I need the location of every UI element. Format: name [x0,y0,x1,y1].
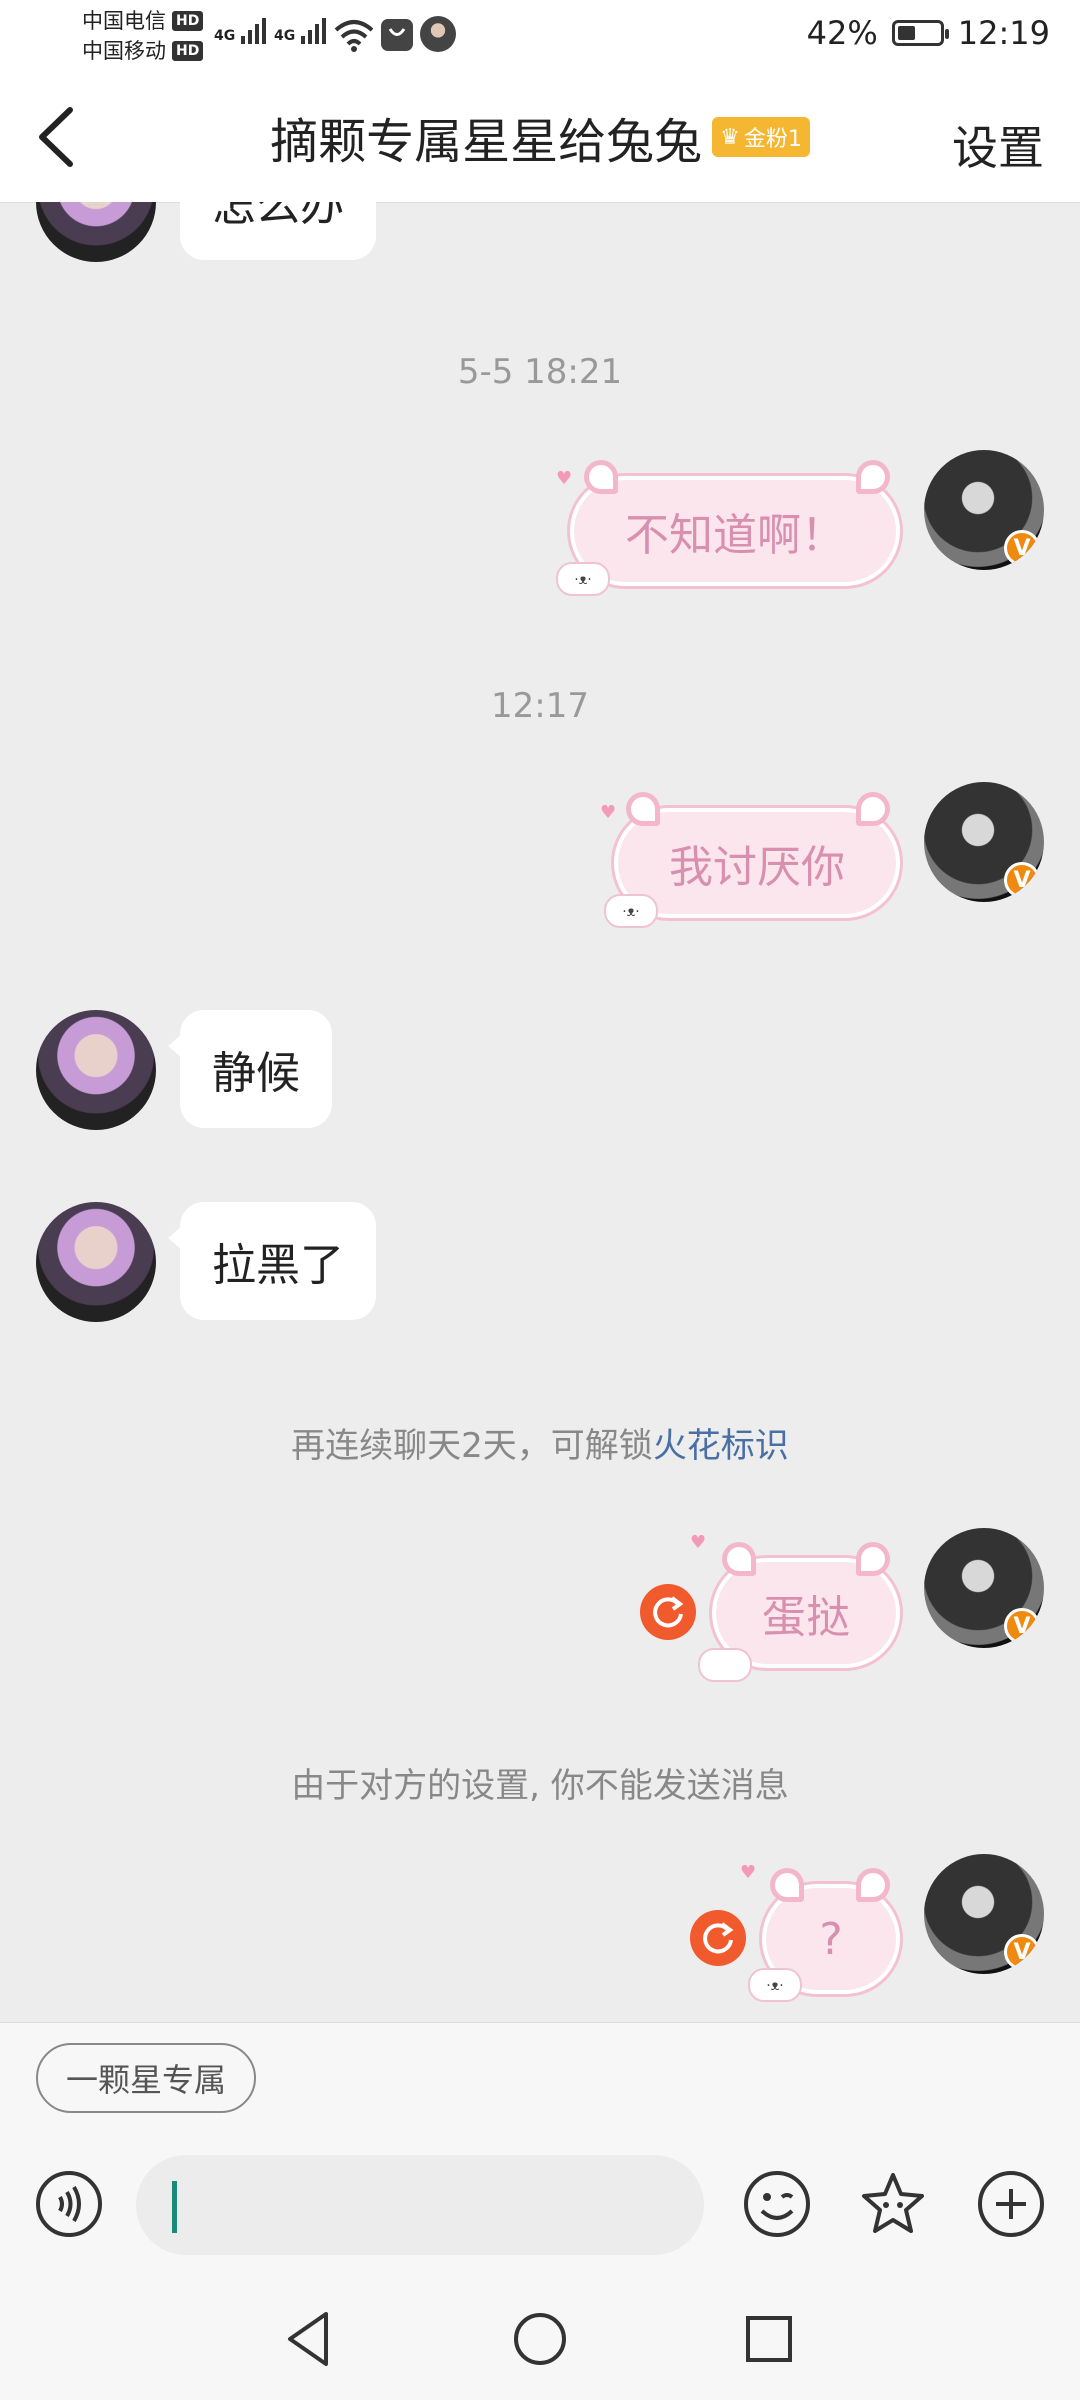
my-avatar[interactable]: V [924,782,1044,902]
heart-icon: ♥ [556,468,573,489]
fan-level-badge: ♛ 金粉1 [712,117,810,157]
clock: 12:19 [957,14,1050,52]
cat-sticker-icon: ·ᴥ· [748,1968,802,2002]
streak-notice-text: 再连续聊天2天，可解锁 [291,1426,653,1466]
heart-icon: ♥ [740,1862,757,1883]
message-bubble-received[interactable]: 拉黑了 [168,1202,376,1320]
bubble-ear-decoration [856,1542,890,1576]
cat-sticker-icon [698,1648,752,1682]
crown-icon: ♛ [720,124,740,150]
verified-badge-icon: V [1004,862,1040,898]
signal-1: 4G [214,16,267,44]
message-input[interactable] [136,2155,704,2255]
input-area: 一颗星专属 [0,2022,1080,2279]
emoji-icon[interactable] [742,2169,812,2239]
fan-level-label: 金粉1 [743,127,802,152]
my-avatar[interactable]: V [924,1854,1044,1974]
contact-avatar[interactable] [36,1202,156,1322]
network-type-2: 4G [274,28,296,44]
timestamp: 12:17 [491,686,589,726]
heart-icon: ♥ [600,802,617,823]
title-wrap: 摘颗专属星星给兔兔 ♛ 金粉1 [0,102,1080,172]
status-bar: 中国电信 HD 中国移动 HD 4G 4G 42% 12:19 [0,0,1080,72]
bubble-ear-decoration [626,792,660,826]
star-sticker-icon[interactable] [858,2169,928,2239]
plus-icon[interactable] [976,2169,1046,2239]
recents-square-icon[interactable] [736,2306,802,2372]
bubble-ear-decoration [856,792,890,826]
contact-avatar[interactable] [36,1010,156,1130]
battery-percent: 42% [806,14,878,52]
bubble-ear-decoration [856,1868,890,1902]
timestamp: 5-5 18:21 [457,352,623,392]
verified-badge-icon: V [1004,1608,1040,1644]
message-bubble-partial[interactable]: 怎么办 [180,202,376,260]
battery-icon [891,20,949,46]
hd-badge-2: HD [172,41,204,61]
message-text: 蛋挞 [762,1592,850,1643]
home-circle-icon[interactable] [507,2306,573,2372]
resend-button[interactable] [690,1910,746,1966]
refresh-icon [703,1922,734,1954]
carrier-2: 中国移动 [82,39,166,63]
settings-button[interactable]: 设置 [952,112,1044,178]
refresh-icon [653,1596,684,1628]
cat-sticker-icon: ·ᴥ· [556,562,610,596]
signal-bars-icon [301,16,327,44]
status-right: 42% 12:19 [807,14,1050,52]
message-text: 静候 [212,1048,300,1099]
page-title[interactable]: 摘颗专属星星给兔兔 [270,102,702,172]
verified-badge-icon: V [1004,530,1040,566]
signal-2: 4G [274,16,327,44]
chat-header: 摘颗专属星星给兔兔 ♛ 金粉1 设置 [0,72,1080,203]
voice-icon[interactable] [34,2169,104,2239]
my-avatar[interactable]: V [924,1528,1044,1648]
my-avatar[interactable]: V [924,450,1044,570]
message-text: 我讨厌你 [669,842,845,893]
bubble-ear-decoration [770,1868,804,1902]
message-text: 怎么办 [212,202,344,231]
network-type-1: 4G [214,28,236,44]
message-text: ? [819,1913,843,1965]
bubble-ear-decoration [722,1542,756,1576]
chat-area[interactable]: 怎么办 5-5 18:21 V 不知道啊！ ♥ ·ᴥ· 12:17 V 我讨厌你… [0,202,1080,2022]
verified-badge-icon: V [1004,1934,1040,1970]
text-cursor [172,2181,177,2233]
carrier-info: 中国电信 HD 中国移动 HD [82,6,204,66]
bubble-ear-decoration [584,460,618,494]
cat-sticker-icon: ·ᴥ· [604,894,658,928]
shopping-bag-icon [381,19,413,51]
back-triangle-icon[interactable] [276,2306,342,2372]
spark-badge-link[interactable]: 火花标识 [653,1426,789,1466]
streak-notice: 再连续聊天2天，可解锁火花标识 [0,1418,1080,1467]
quick-reply-chip[interactable]: 一颗星专属 [36,2043,257,2113]
contact-avatar[interactable] [36,202,156,262]
carrier-1: 中国电信 [82,9,166,33]
blocked-notice: 由于对方的设置, 你不能发送消息 [291,1766,789,1806]
app-notification-avatar-icon [420,16,456,52]
signal-bars-icon [241,16,267,44]
message-text: 不知道啊！ [625,510,845,561]
wifi-icon [334,20,374,52]
message-bubble-sent[interactable]: 不知道啊！ [570,476,900,586]
heart-icon: ♥ [690,1532,707,1553]
system-nav-bar [0,2278,1080,2400]
message-bubble-received[interactable]: 静候 [168,1010,332,1128]
resend-button[interactable] [640,1584,696,1640]
battery-fill [897,26,915,40]
bubble-ear-decoration [856,460,890,494]
message-text: 拉黑了 [212,1240,344,1291]
hd-badge-1: HD [172,11,204,31]
